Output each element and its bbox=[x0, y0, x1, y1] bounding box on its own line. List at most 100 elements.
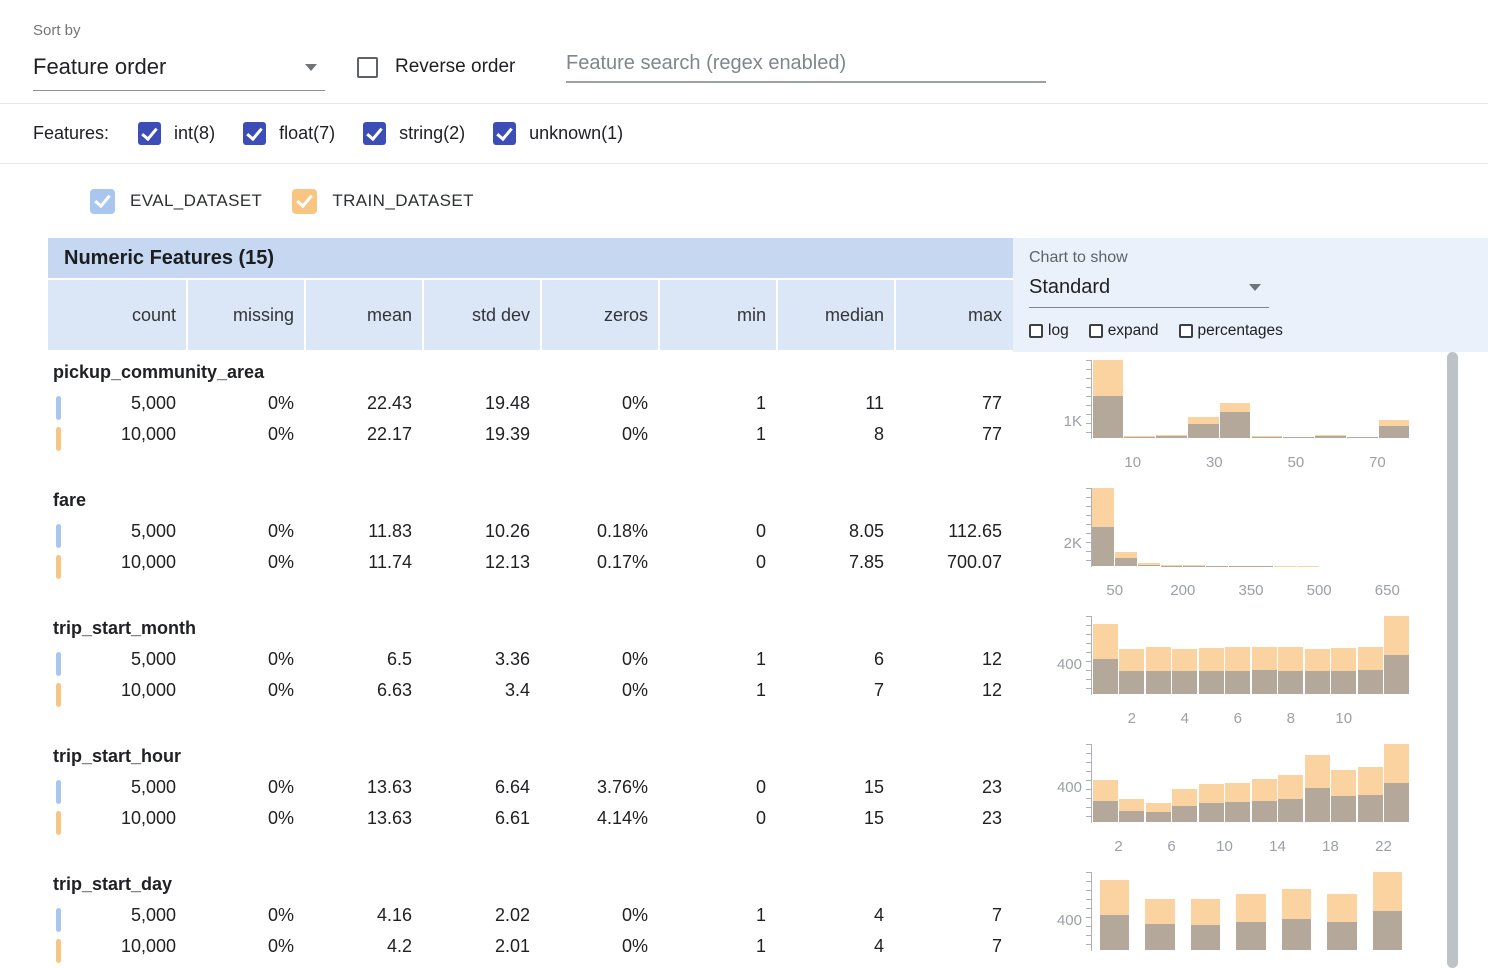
stat-cell: 0% bbox=[186, 393, 304, 414]
sort-order-value: Feature order bbox=[33, 54, 166, 80]
stat-cell: 5,000 bbox=[48, 777, 186, 798]
x-axis-tick-label: 350 bbox=[1238, 582, 1263, 599]
stat-cell: 0% bbox=[186, 552, 304, 573]
stat-cell: 77 bbox=[894, 424, 1012, 445]
histogram-chart-trip_start_day: 400 bbox=[1092, 872, 1488, 968]
chart-type-select[interactable]: Standard bbox=[1029, 276, 1269, 308]
vertical-scrollbar[interactable] bbox=[1447, 352, 1458, 968]
dataset-swatch bbox=[56, 524, 61, 548]
dataset-swatch bbox=[56, 908, 61, 932]
histogram-overlap-bar bbox=[1092, 527, 1114, 566]
checkbox-unchecked-icon bbox=[1179, 324, 1193, 338]
feature-type-label: string(2) bbox=[399, 123, 465, 144]
feature-block-pickup_community_area: pickup_community_area5,0000%22.4319.480%… bbox=[48, 352, 1488, 480]
x-axis-tick-label: 18 bbox=[1322, 838, 1339, 855]
stat-cell: 2.02 bbox=[422, 905, 540, 926]
histogram-overlap-bar bbox=[1283, 437, 1314, 438]
stat-cell: 0% bbox=[540, 905, 658, 926]
histogram-overlap-bar bbox=[1305, 788, 1330, 822]
y-axis-gridline-label: 1K bbox=[1026, 413, 1082, 430]
features-filter-bar: Features: int(8) float(7) string(2) unkn… bbox=[0, 104, 1488, 164]
histogram-overlap-bar bbox=[1278, 671, 1303, 694]
stat-cell: 12.13 bbox=[422, 552, 540, 573]
histogram-chart-fare: 2K50200350500650 bbox=[1092, 488, 1488, 608]
histogram-overlap-bar bbox=[1172, 806, 1197, 822]
stat-cell: 5,000 bbox=[48, 649, 186, 670]
sort-order-select[interactable]: Feature order bbox=[33, 54, 325, 91]
stat-cell: 0% bbox=[186, 424, 304, 445]
stat-cell: 13.63 bbox=[304, 808, 422, 829]
stat-cell: 10,000 bbox=[48, 424, 186, 445]
chart-option-percentages[interactable]: percentages bbox=[1179, 322, 1283, 340]
stat-cell: 12 bbox=[894, 649, 1012, 670]
x-axis-tick-label: 650 bbox=[1375, 582, 1400, 599]
histogram-overlap-bar bbox=[1172, 671, 1197, 694]
histogram-overlap-bar bbox=[1220, 412, 1251, 438]
histogram-overlap-bar bbox=[1093, 801, 1118, 822]
histogram-overlap-bar bbox=[1384, 655, 1409, 694]
x-axis-tick-label: 500 bbox=[1307, 582, 1332, 599]
reverse-order-checkbox[interactable]: Reverse order bbox=[357, 56, 515, 78]
stat-cell: 7 bbox=[894, 936, 1012, 957]
column-header-mean: mean bbox=[304, 280, 422, 350]
stat-cell: 0% bbox=[540, 680, 658, 701]
stat-cell: 1 bbox=[658, 905, 776, 926]
stat-cell: 700.07 bbox=[894, 552, 1012, 573]
feature-type-filter-int[interactable]: int(8) bbox=[138, 122, 215, 145]
histogram-overlap-bar bbox=[1236, 922, 1266, 950]
stat-cell: 0% bbox=[186, 808, 304, 829]
chart-option-expand[interactable]: expand bbox=[1089, 322, 1159, 340]
chevron-down-icon bbox=[1249, 284, 1261, 291]
facets-overview-app: Sort by Feature order Reverse order Feat… bbox=[0, 0, 1488, 968]
stat-cell: 4 bbox=[776, 936, 894, 957]
stat-cell: 0 bbox=[658, 808, 776, 829]
feature-type-filter-string[interactable]: string(2) bbox=[363, 122, 465, 145]
stat-cell: 6.63 bbox=[304, 680, 422, 701]
x-axis-tick-label: 6 bbox=[1234, 710, 1242, 727]
stat-cell: 13.63 bbox=[304, 777, 422, 798]
dataset-swatch bbox=[56, 780, 61, 804]
histogram-overlap-bar bbox=[1124, 437, 1155, 438]
dataset-toggle-eval[interactable]: EVAL_DATASET bbox=[90, 189, 262, 214]
histogram-overlap-bar bbox=[1146, 671, 1171, 694]
histogram-overlap-bar bbox=[1252, 437, 1283, 438]
histogram-overlap-bar bbox=[1119, 671, 1144, 694]
histogram-overlap-bar bbox=[1347, 437, 1378, 438]
checkbox-unchecked-icon bbox=[1089, 324, 1103, 338]
stat-cell: 23 bbox=[894, 808, 1012, 829]
histogram-plot bbox=[1092, 488, 1410, 566]
stat-cell: 0% bbox=[540, 393, 658, 414]
column-header-std-dev: std dev bbox=[422, 280, 540, 350]
stat-cell: 10,000 bbox=[48, 680, 186, 701]
histogram-overlap-bar bbox=[1358, 795, 1383, 822]
x-axis-tick-label: 70 bbox=[1369, 454, 1386, 471]
y-axis-gridline-label: 2K bbox=[1026, 535, 1082, 552]
histogram-overlap-bar bbox=[1379, 426, 1410, 438]
feature-type-filter-unknown[interactable]: unknown(1) bbox=[493, 122, 623, 145]
dataset-swatch bbox=[56, 939, 61, 963]
histogram-overlap-bar bbox=[1225, 802, 1250, 822]
checkbox-checked-icon bbox=[363, 122, 386, 145]
x-axis-tick-label: 200 bbox=[1170, 582, 1195, 599]
chart-to-show-label: Chart to show bbox=[1029, 249, 1128, 267]
checkbox-unchecked-icon bbox=[357, 57, 378, 78]
stat-cell: 15 bbox=[776, 777, 894, 798]
x-axis-tick-label: 10 bbox=[1216, 838, 1233, 855]
column-header-max: max bbox=[894, 280, 1012, 350]
histogram-overlap-bar bbox=[1225, 671, 1250, 694]
stat-cell: 12 bbox=[894, 680, 1012, 701]
histogram-overlap-bar bbox=[1305, 671, 1330, 694]
stat-cell: 6 bbox=[776, 649, 894, 670]
feature-search-input[interactable] bbox=[566, 46, 1046, 83]
histogram-plot bbox=[1092, 616, 1410, 694]
y-axis-gridline-label: 400 bbox=[1026, 656, 1082, 673]
checkbox-unchecked-icon bbox=[1029, 324, 1043, 338]
stat-cell: 11.83 bbox=[304, 521, 422, 542]
histogram-overlap-bar bbox=[1119, 811, 1144, 822]
stat-cell: 0 bbox=[658, 552, 776, 573]
checkbox-checked-icon bbox=[292, 189, 317, 214]
feature-type-filter-float[interactable]: float(7) bbox=[243, 122, 335, 145]
histogram-chart-trip_start_month: 400246810 bbox=[1092, 616, 1488, 736]
dataset-toggle-train[interactable]: TRAIN_DATASET bbox=[292, 189, 474, 214]
chart-option-log[interactable]: log bbox=[1029, 322, 1069, 340]
